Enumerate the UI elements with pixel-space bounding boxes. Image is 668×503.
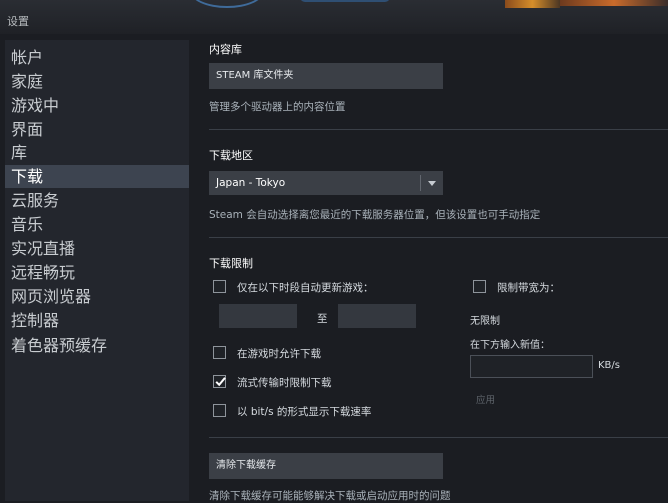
settings-sidebar: 帐户 家庭 游戏中 界面 库 下载 云服务 音乐 实况直播 远程畅玩 网页浏览器… bbox=[5, 40, 189, 501]
limit-bandwidth-checkbox[interactable] bbox=[473, 280, 486, 293]
header-artwork bbox=[190, 0, 264, 8]
sidebar-item-web-browser[interactable]: 网页浏览器 bbox=[5, 285, 189, 308]
throttle-while-streaming-checkbox[interactable] bbox=[213, 375, 226, 388]
apply-bandwidth-button[interactable]: 应用 bbox=[476, 392, 495, 406]
auto-update-start-time-input[interactable] bbox=[219, 304, 297, 328]
sidebar-item-remote-play[interactable]: 远程畅玩 bbox=[5, 261, 189, 284]
auto-update-window-checkbox[interactable] bbox=[213, 280, 226, 293]
download-region-select[interactable]: Japan - Tokyo bbox=[209, 171, 443, 195]
section-divider bbox=[209, 437, 668, 438]
sidebar-item-account[interactable]: 帐户 bbox=[5, 46, 189, 69]
downloads-settings-panel: 内容库 STEAM 库文件夹 管理多个驱动器上的内容位置 下载地区 Japan … bbox=[190, 34, 668, 502]
download-region-heading: 下载地区 bbox=[209, 149, 253, 162]
show-bits-per-second-label: 以 bit/s 的形式显示下载速率 bbox=[237, 406, 372, 418]
sidebar-item-family[interactable]: 家庭 bbox=[5, 70, 189, 93]
sidebar-item-broadcasting[interactable]: 实况直播 bbox=[5, 237, 189, 260]
sidebar-item-shader-precache[interactable]: 着色器预缓存 bbox=[5, 334, 189, 357]
download-region-value: Japan - Tokyo bbox=[216, 177, 286, 189]
download-limits-heading: 下载限制 bbox=[209, 257, 253, 270]
sidebar-item-music[interactable]: 音乐 bbox=[5, 213, 189, 236]
sidebar-item-cloud[interactable]: 云服务 bbox=[5, 189, 189, 212]
allow-downloads-during-gameplay-label: 在游戏时允许下载 bbox=[237, 348, 321, 360]
select-separator bbox=[420, 175, 421, 191]
auto-update-end-time-input[interactable] bbox=[338, 304, 416, 328]
show-bits-per-second-checkbox[interactable] bbox=[213, 404, 226, 417]
header-artwork bbox=[560, 0, 668, 6]
window-titlebar: 设置 bbox=[0, 0, 668, 34]
enter-new-value-label: 在下方输入新值： bbox=[470, 340, 550, 351]
auto-update-window-label: 仅在以下时段自动更新游戏： bbox=[237, 282, 374, 294]
throttle-while-streaming-label: 流式传输时限制下载 bbox=[237, 377, 332, 389]
content-library-heading: 内容库 bbox=[209, 43, 242, 56]
bandwidth-unit-label: KB/s bbox=[598, 360, 620, 371]
header-artwork bbox=[505, 0, 560, 8]
steam-library-folders-button[interactable]: STEAM 库文件夹 bbox=[209, 63, 443, 89]
download-region-description: Steam 会自动选择离您最近的下载服务器位置，但该设置也可手动指定 bbox=[209, 209, 541, 221]
clear-download-cache-button[interactable]: 清除下载缓存 bbox=[209, 453, 443, 479]
limit-bandwidth-label: 限制带宽为： bbox=[497, 282, 560, 294]
sidebar-item-in-game[interactable]: 游戏中 bbox=[5, 94, 189, 117]
window-title: 设置 bbox=[7, 15, 29, 28]
bandwidth-limit-input[interactable] bbox=[470, 355, 593, 378]
checkmark-icon bbox=[215, 377, 226, 387]
bandwidth-no-limit-text: 无限制 bbox=[470, 316, 500, 327]
chevron-down-icon bbox=[428, 181, 436, 186]
time-range-to-label: 至 bbox=[317, 313, 328, 325]
allow-downloads-during-gameplay-checkbox[interactable] bbox=[213, 346, 226, 359]
section-divider bbox=[209, 129, 668, 130]
section-divider bbox=[209, 237, 668, 238]
sidebar-item-downloads[interactable]: 下载 bbox=[5, 165, 189, 188]
content-library-description: 管理多个驱动器上的内容位置 bbox=[209, 101, 346, 113]
header-artwork bbox=[300, 0, 390, 2]
sidebar-item-controller[interactable]: 控制器 bbox=[5, 309, 189, 332]
sidebar-item-library[interactable]: 库 bbox=[5, 141, 189, 164]
sidebar-item-interface[interactable]: 界面 bbox=[5, 118, 189, 141]
